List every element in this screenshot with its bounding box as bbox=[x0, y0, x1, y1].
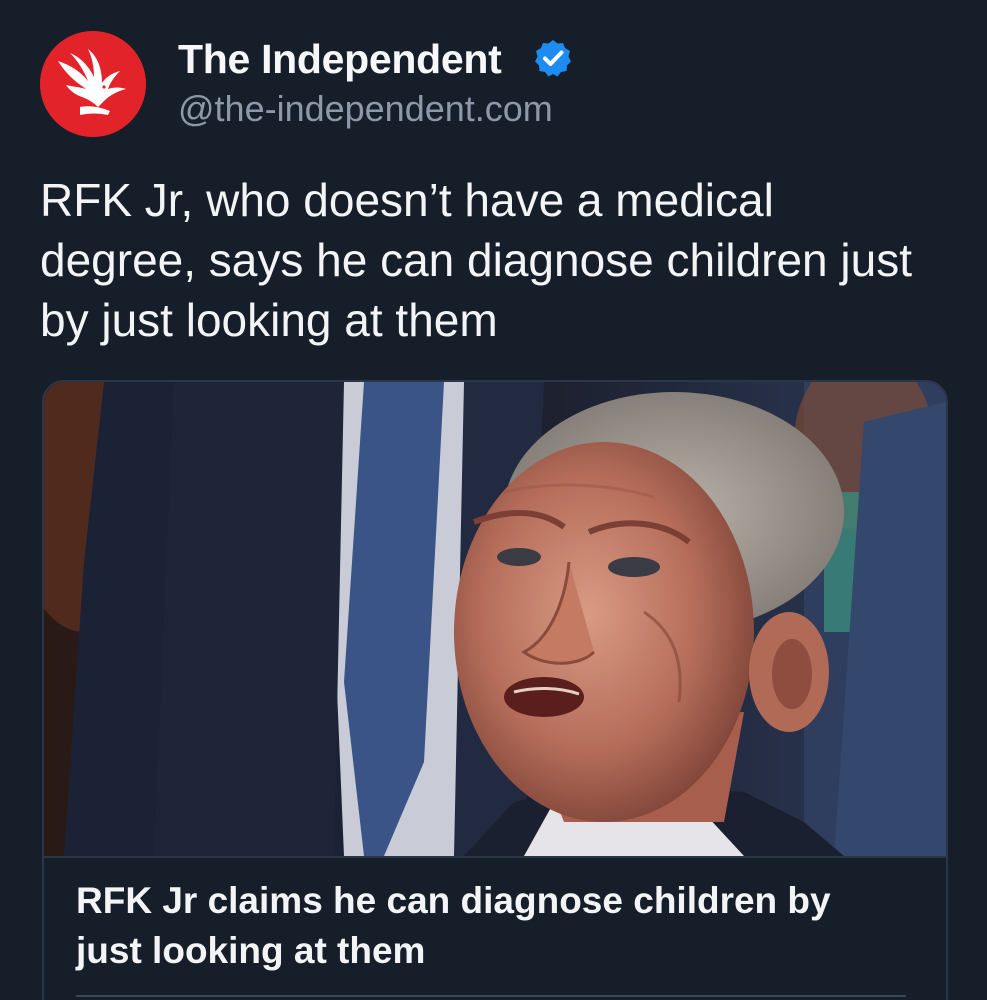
link-card-title[interactable]: RFK Jr claims he can diagnose children b… bbox=[76, 876, 906, 976]
card-divider bbox=[44, 856, 946, 858]
post-text: RFK Jr, who doesn’t have a medical degre… bbox=[40, 174, 913, 346]
card-separator bbox=[76, 995, 906, 997]
author-avatar[interactable] bbox=[40, 31, 146, 137]
link-card-image[interactable] bbox=[44, 382, 946, 856]
news-photo bbox=[44, 382, 946, 856]
eagle-logo-icon bbox=[40, 31, 146, 137]
author-name[interactable]: The Independent bbox=[178, 36, 502, 83]
link-card[interactable]: RFK Jr claims he can diagnose children b… bbox=[42, 380, 948, 1000]
verified-badge-icon bbox=[535, 40, 571, 77]
post: The Independent @the-independent.com RFK… bbox=[0, 0, 987, 1000]
author-handle[interactable]: @the-independent.com bbox=[178, 88, 553, 130]
